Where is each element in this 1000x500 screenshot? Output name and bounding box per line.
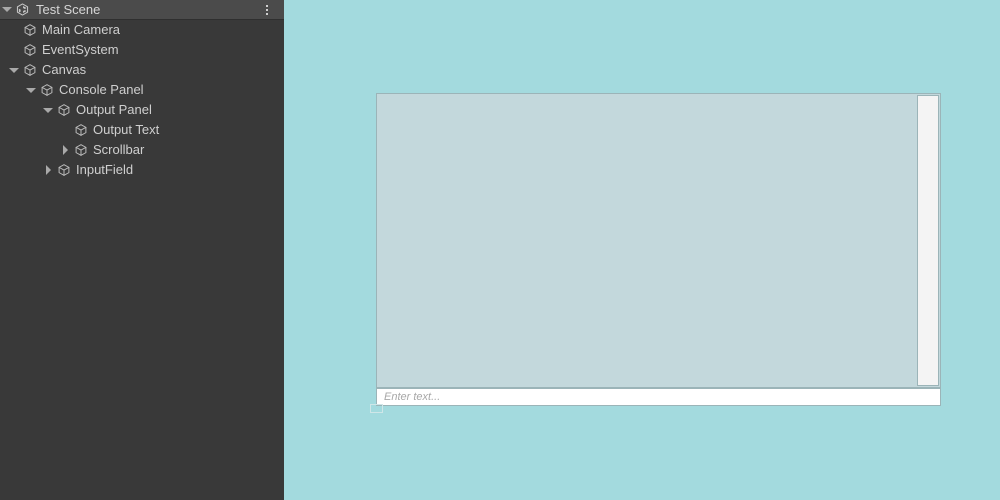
tree-item-inputfield[interactable]: InputField: [0, 160, 284, 180]
gameobject-cube-icon: [39, 82, 55, 98]
console-panel: [376, 93, 941, 388]
tree-item-label: Scrollbar: [93, 142, 145, 157]
tree-item-main-camera[interactable]: Main Camera: [0, 20, 284, 40]
game-view: Enter text...: [284, 0, 1000, 500]
scrollbar[interactable]: [917, 95, 939, 386]
gameobject-cube-icon: [56, 102, 72, 118]
triangle-right-icon[interactable]: [57, 140, 73, 160]
scrollbar-handle[interactable]: [918, 96, 938, 385]
tree-item-label: Main Camera: [42, 22, 121, 37]
triangle-down-icon[interactable]: [6, 60, 22, 80]
gameobject-cube-icon: [22, 42, 38, 58]
tree-item-console-panel[interactable]: Console Panel: [0, 80, 284, 100]
tree-item-output-text[interactable]: Output Text: [0, 120, 284, 140]
hierarchy-panel: Test Scene Main Camera EventSystem Canvas C…: [0, 0, 284, 500]
tree-item-label: InputField: [76, 162, 134, 177]
output-text: [383, 98, 910, 383]
gameobject-cube-icon: [73, 142, 89, 158]
hierarchy-header[interactable]: Test Scene: [0, 0, 284, 20]
rect-transform-handle[interactable]: [370, 404, 383, 413]
input-field[interactable]: Enter text...: [376, 388, 941, 406]
triangle-right-icon[interactable]: [40, 160, 56, 180]
gameobject-cube-icon: [56, 162, 72, 178]
tree-item-label: Output Text: [93, 122, 160, 137]
triangle-down-icon[interactable]: [40, 100, 56, 120]
tree-item-eventsystem[interactable]: EventSystem: [0, 40, 284, 60]
scene-title: Test Scene: [36, 1, 101, 17]
triangle-down-icon: [2, 7, 12, 12]
tree-item-label: EventSystem: [42, 42, 119, 57]
gameobject-cube-icon: [22, 62, 38, 78]
gameobject-cube-icon: [73, 122, 89, 138]
tree-item-label: Console Panel: [59, 82, 144, 97]
tree-item-output-panel[interactable]: Output Panel: [0, 100, 284, 120]
unity-scene-icon: [14, 2, 30, 18]
output-panel: [377, 94, 940, 387]
input-placeholder: Enter text...: [384, 391, 441, 403]
tree-item-label: Output Panel: [76, 102, 152, 117]
gameobject-cube-icon: [22, 22, 38, 38]
kebab-menu-icon[interactable]: [260, 0, 274, 20]
tree-item-label: Canvas: [42, 62, 87, 77]
tree-item-scrollbar[interactable]: Scrollbar: [0, 140, 284, 160]
hierarchy-tree: Main Camera EventSystem Canvas Console Pane…: [0, 20, 284, 180]
unity-editor-screen: Test Scene Main Camera EventSystem Canvas C…: [0, 0, 1000, 500]
tree-item-canvas[interactable]: Canvas: [0, 60, 284, 80]
scene-foldout-toggle[interactable]: [0, 0, 14, 20]
triangle-down-icon[interactable]: [23, 80, 39, 100]
